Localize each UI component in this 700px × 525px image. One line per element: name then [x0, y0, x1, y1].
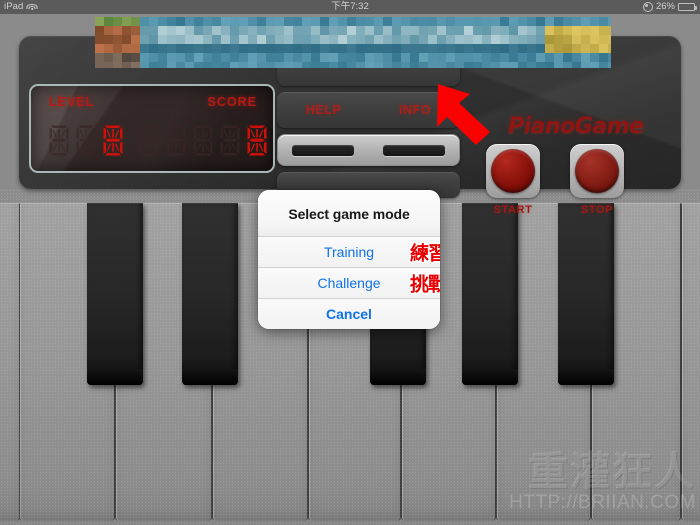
led-score-display: LEVEL SCORE [29, 84, 275, 173]
dialog-option-label: Cancel [326, 306, 372, 322]
game-logo: PianoGame [508, 114, 644, 139]
led-digit-cell [138, 124, 160, 157]
led-digit-cell [246, 124, 268, 157]
status-bar-right: 26% [642, 0, 697, 14]
stop-button[interactable] [570, 144, 624, 198]
level-digits [48, 124, 124, 157]
led-digit [247, 125, 267, 156]
status-bar-clock: 下午7:32 [331, 1, 369, 12]
led-digit [103, 125, 123, 156]
piano-black-key[interactable] [87, 203, 143, 385]
led-digit [193, 125, 213, 156]
dialog-option-challenge[interactable]: Challenge 挑戰 [258, 267, 440, 298]
led-digit-cell [102, 124, 124, 157]
led-digit [220, 125, 240, 156]
censored-ad-banner[interactable] [95, 17, 611, 68]
led-digit-cell [75, 124, 97, 157]
red-arrow-annotation [437, 84, 490, 145]
score-label: SCORE [207, 95, 257, 109]
level-label: LEVEL [49, 95, 95, 109]
annotation-challenge: 挑戰 [409, 273, 440, 296]
battery-icon [678, 3, 697, 11]
led-digit [76, 125, 96, 156]
led-digit [166, 125, 186, 156]
piano-black-key[interactable] [558, 203, 614, 385]
status-bar: iPad 下午7:32 26% [0, 0, 700, 14]
piano-black-key[interactable] [182, 203, 238, 385]
piano-white-key[interactable] [0, 203, 20, 521]
ipad-screen: iPad 下午7:32 26% LEVEL SCORE HELP INFO Pi… [0, 0, 700, 525]
annotation-training: 練習 [409, 242, 440, 265]
led-digit-cell [48, 124, 70, 157]
led-digit-cell [192, 124, 214, 157]
dialog-option-label: Challenge [317, 275, 381, 291]
piano-black-key[interactable] [462, 203, 518, 385]
control-key-left[interactable] [292, 144, 355, 156]
stop-button-label: STOP [580, 204, 614, 216]
piano-white-key[interactable] [681, 203, 700, 521]
help-button[interactable]: HELP [306, 103, 342, 117]
score-digits [138, 124, 268, 157]
select-game-mode-dialog: Select game mode Training 練習 Challenge 挑戰 … [258, 190, 440, 329]
led-digit [49, 125, 69, 156]
led-digit-cell [165, 124, 187, 157]
dialog-option-label: Training [323, 244, 375, 260]
dialog-title: Select game mode [258, 190, 440, 236]
led-digit-cell [219, 124, 241, 157]
dialog-option-cancel[interactable]: Cancel [258, 298, 440, 329]
dialog-option-training[interactable]: Training 練習 [258, 236, 440, 267]
battery-percent: 26% [655, 1, 675, 12]
stop-button-cap[interactable] [575, 149, 619, 193]
location-services-icon [642, 2, 653, 12]
led-digit [139, 125, 159, 156]
start-button-label: START [493, 204, 533, 216]
info-button[interactable]: INFO [399, 103, 431, 117]
